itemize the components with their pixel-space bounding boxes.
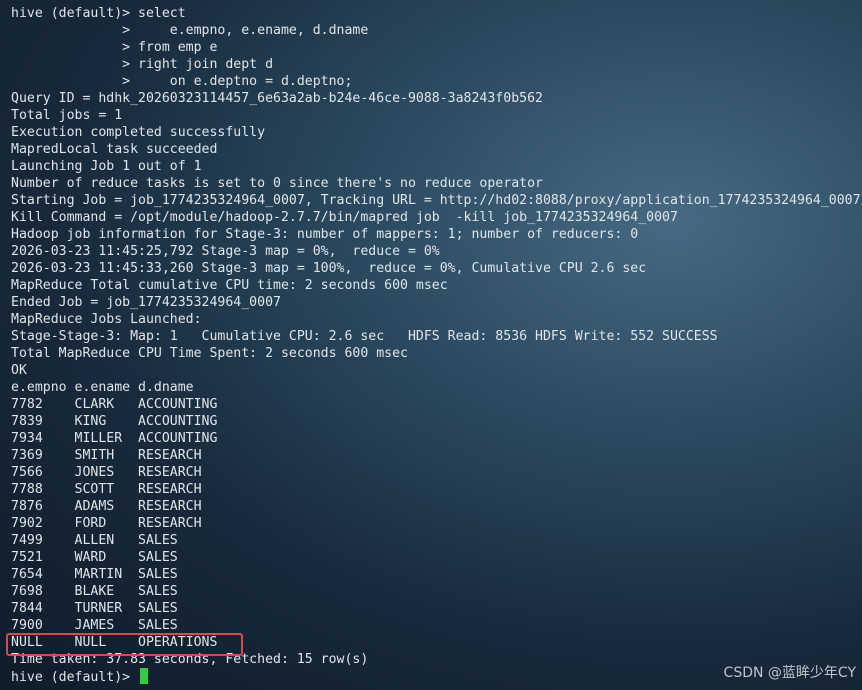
terminal-line: Kill Command = /opt/module/hadoop-2.7.7/… xyxy=(11,210,678,225)
terminal-window[interactable]: hive (default)> select > e.empno, e.enam… xyxy=(0,0,862,690)
terminal-line: OK xyxy=(11,363,27,378)
terminal-line: 7934 MILLER ACCOUNTING xyxy=(11,431,218,446)
terminal-line: 7566 JONES RESEARCH xyxy=(11,465,202,480)
terminal-line: 7654 MARTIN SALES xyxy=(11,567,178,582)
terminal-line: Ended Job = job_1774235324964_0007 xyxy=(11,295,281,310)
terminal-line: 7788 SCOTT RESEARCH xyxy=(11,482,202,497)
terminal-line: MapReduce Total cumulative CPU time: 2 s… xyxy=(11,278,448,293)
terminal-line: Total MapReduce CPU Time Spent: 2 second… xyxy=(11,346,408,361)
terminal-line: 7900 JAMES SALES xyxy=(11,618,178,633)
terminal-line: e.empno e.ename d.dname xyxy=(11,380,194,395)
terminal-line: Hadoop job information for Stage-3: numb… xyxy=(11,227,639,242)
terminal-line: > from emp e xyxy=(11,40,218,55)
terminal-line: 7499 ALLEN SALES xyxy=(11,533,178,548)
terminal-line: NULL NULL OPERATIONS xyxy=(11,635,218,650)
terminal-line: 7839 KING ACCOUNTING xyxy=(11,414,218,429)
terminal-line: 2026-03-23 11:45:25,792 Stage-3 map = 0%… xyxy=(11,244,440,259)
terminal-line: Query ID = hdhk_20260323114457_6e63a2ab-… xyxy=(11,91,543,106)
terminal-line: 7844 TURNER SALES xyxy=(11,601,178,616)
csdn-watermark: CSDN @蓝眸少年CY xyxy=(723,665,856,681)
shell-prompt: hive (default)> xyxy=(11,670,139,685)
terminal-line: > right join dept d xyxy=(11,57,274,72)
terminal-line: 7698 BLAKE SALES xyxy=(11,584,178,599)
terminal-line: Starting Job = job_1774235324964_0007, T… xyxy=(11,193,862,208)
terminal-line: Total jobs = 1 xyxy=(11,108,123,123)
terminal-line: 2026-03-23 11:45:33,260 Stage-3 map = 10… xyxy=(11,261,647,276)
terminal-line: > e.empno, e.ename, d.dname xyxy=(11,23,369,38)
terminal-line: 7876 ADAMS RESEARCH xyxy=(11,499,202,514)
terminal-line: Execution completed successfully xyxy=(11,125,266,140)
terminal-line: > on e.deptno = d.deptno; xyxy=(11,74,353,89)
terminal-output: hive (default)> select > e.empno, e.enam… xyxy=(11,5,862,685)
terminal-line: 7369 SMITH RESEARCH xyxy=(11,448,202,463)
terminal-line: Number of reduce tasks is set to 0 since… xyxy=(11,176,543,191)
terminal-line: 7521 WARD SALES xyxy=(11,550,178,565)
terminal-line: 7902 FORD RESEARCH xyxy=(11,516,202,531)
terminal-line: MapReduce Jobs Launched: xyxy=(11,312,202,327)
terminal-line: Stage-Stage-3: Map: 1 Cumulative CPU: 2.… xyxy=(11,329,718,344)
terminal-line: hive (default)> select xyxy=(11,6,186,21)
terminal-line: 7782 CLARK ACCOUNTING xyxy=(11,397,218,412)
terminal-line: MapredLocal task succeeded xyxy=(11,142,218,157)
terminal-line: Launching Job 1 out of 1 xyxy=(11,159,202,174)
text-cursor xyxy=(140,668,149,684)
